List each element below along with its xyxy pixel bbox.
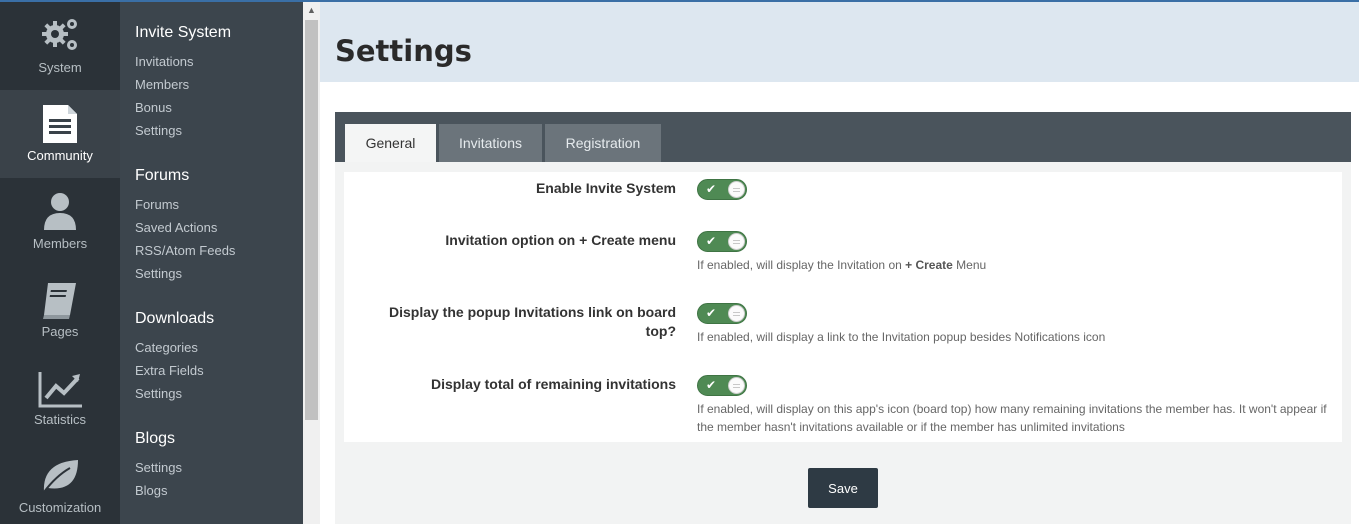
setting-label: Invitation option on + Create menu: [445, 232, 676, 248]
book-icon: [43, 283, 76, 319]
toggle-knob: [728, 181, 745, 198]
nav-pages[interactable]: Pages: [0, 266, 120, 354]
setting-description: If enabled, will display on this app's i…: [697, 402, 1327, 434]
toggle-knob: [728, 233, 745, 250]
page-header: Settings: [320, 2, 1359, 82]
sidebar-item-blogs[interactable]: Blogs: [135, 481, 300, 504]
toggle-knob: [728, 377, 745, 394]
nav-group-title: Forums: [135, 167, 190, 184]
nav-label: Members: [32, 236, 88, 251]
settings-form: Enable Invite System ✔ Invitation option…: [344, 172, 1342, 442]
nav-group-title: Blogs: [135, 430, 176, 447]
tab-invitations[interactable]: Invitations: [439, 124, 542, 162]
desc-text: Menu: [952, 258, 987, 272]
desc-bold-text: + Create: [905, 258, 953, 272]
popup-link-toggle[interactable]: ✔: [697, 303, 747, 324]
setting-label: Enable Invite System: [535, 180, 676, 196]
nav-group-invite-system: Invite System Invitations Members Bonus …: [135, 22, 300, 144]
save-button[interactable]: Save: [808, 468, 878, 508]
secondary-nav: Invite System Invitations Members Bonus …: [120, 2, 303, 524]
nav-label: Statistics: [33, 412, 86, 427]
document-icon: [43, 105, 77, 143]
desc-text: If enabled, will display the Invitation …: [697, 258, 906, 272]
tab-bar: General Invitations Registration: [335, 112, 1351, 162]
sidebar-item-settings[interactable]: Settings: [135, 264, 300, 287]
create-menu-option-toggle[interactable]: ✔: [697, 231, 747, 252]
nav-customization[interactable]: Customization: [0, 442, 120, 524]
nav-label: Customization: [18, 500, 102, 515]
check-icon: ✔: [706, 306, 717, 320]
toggle-knob: [728, 305, 745, 322]
sidebar-item-saved-actions[interactable]: Saved Actions: [135, 218, 300, 241]
tab-general[interactable]: General: [345, 124, 436, 162]
sidebar-item-settings[interactable]: Settings: [135, 458, 300, 481]
nav-group-forums: Forums Forums Saved Actions RSS/Atom Fee…: [135, 165, 300, 287]
nav-group-title: Invite System: [135, 24, 232, 41]
nav-label: System: [38, 60, 82, 75]
user-icon: [44, 193, 76, 230]
nav-group-blogs: Blogs Settings Blogs: [135, 428, 300, 504]
sidebar-item-bonus[interactable]: Bonus: [135, 98, 300, 121]
page-title: Settings: [335, 34, 472, 68]
check-icon: ✔: [706, 182, 717, 196]
sidebar-item-rss-feeds[interactable]: RSS/Atom Feeds: [135, 241, 300, 264]
setting-label: Display total of remaining invitations: [430, 376, 676, 392]
sidebar-item-categories[interactable]: Categories: [135, 338, 300, 361]
leaf-icon: [43, 460, 78, 493]
remaining-invitations-toggle[interactable]: ✔: [697, 375, 747, 396]
nav-community[interactable]: Community: [0, 90, 120, 178]
setting-description: If enabled, will display a link to the I…: [697, 330, 1106, 344]
scroll-thumb[interactable]: [305, 20, 318, 420]
nav-statistics[interactable]: Statistics: [0, 354, 120, 442]
nav-group-downloads: Downloads Categories Extra Fields Settin…: [135, 308, 300, 407]
setting-label: Display the popup Invitations link on bo…: [388, 304, 676, 339]
sidebar-item-settings[interactable]: Settings: [135, 121, 300, 144]
sidebar-item-forums[interactable]: Forums: [135, 195, 300, 218]
nav-members[interactable]: Members: [0, 178, 120, 266]
check-icon: ✔: [706, 378, 717, 392]
nav-group-title: Downloads: [135, 310, 215, 327]
nav-label: Community: [27, 148, 93, 163]
sidebar-item-extra-fields[interactable]: Extra Fields: [135, 361, 300, 384]
settings-panel: General Invitations Registration Enable …: [335, 112, 1351, 524]
sidebar-item-members[interactable]: Members: [135, 75, 300, 98]
gears-icon: [42, 19, 77, 50]
check-icon: ✔: [706, 234, 717, 248]
primary-nav: System Community Members Pages Statistic…: [0, 2, 120, 524]
setting-description: If enabled, will display the Invitation …: [697, 256, 1342, 274]
chart-icon: [38, 372, 82, 408]
nav-label: Pages: [41, 324, 79, 339]
sidebar-scrollbar[interactable]: ▲: [303, 2, 320, 524]
tab-registration[interactable]: Registration: [545, 124, 661, 162]
enable-invite-system-toggle[interactable]: ✔: [697, 179, 747, 200]
nav-system[interactable]: System: [0, 2, 120, 90]
scroll-up-arrow-icon[interactable]: ▲: [303, 2, 320, 19]
sidebar-item-invitations[interactable]: Invitations: [135, 52, 300, 75]
sidebar-item-settings[interactable]: Settings: [135, 384, 300, 407]
